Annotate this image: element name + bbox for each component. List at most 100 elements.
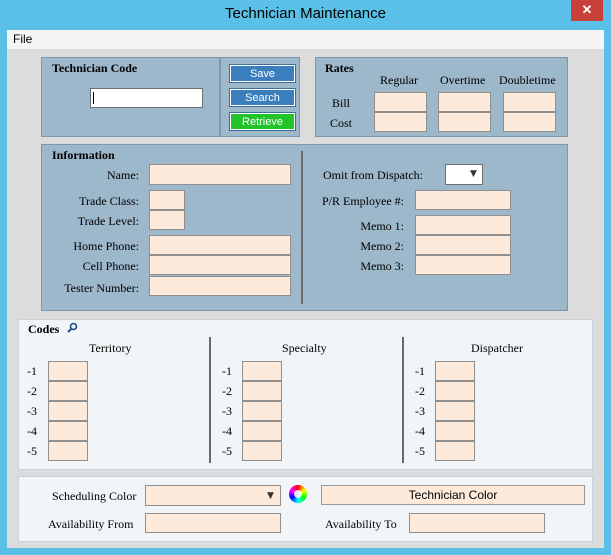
client-area: Technician Code Save Search Retrieve Rat… xyxy=(7,49,604,548)
trade-class-label: Trade Class: xyxy=(79,194,139,208)
color-wheel-icon[interactable] xyxy=(289,485,307,503)
save-button[interactable]: Save xyxy=(229,64,296,83)
dispatcher-row-label: -1 xyxy=(415,364,425,378)
specialty-row-label: -1 xyxy=(222,364,232,378)
dispatcher-code-field[interactable] xyxy=(435,401,475,421)
territory-row-label: -2 xyxy=(27,384,37,398)
tester-number-field[interactable] xyxy=(149,276,291,296)
territory-code-field[interactable] xyxy=(48,381,88,401)
retrieve-button[interactable]: Retrieve xyxy=(229,112,296,131)
information-panel: Information Name: Trade Class: Trade Lev… xyxy=(41,144,568,311)
memo3-field[interactable] xyxy=(415,255,511,275)
cell-phone-field[interactable] xyxy=(149,255,291,275)
pr-employee-field[interactable] xyxy=(415,190,511,210)
rates-heading: Rates xyxy=(325,61,354,75)
dispatcher-code-field[interactable] xyxy=(435,381,475,401)
codes-col-territory: Territory xyxy=(89,341,132,355)
dispatcher-row-label: -3 xyxy=(415,404,425,418)
codes-divider-2 xyxy=(402,337,404,463)
cost-doubletime-field[interactable] xyxy=(503,112,556,132)
cost-regular-field[interactable] xyxy=(374,112,427,132)
rates-panel: Rates Regular Overtime Doubletime Bill C… xyxy=(315,57,568,137)
scheduling-panel: Scheduling Color ▼ Technician Color Avai… xyxy=(18,476,593,542)
pr-employee-label: P/R Employee #: xyxy=(322,194,404,208)
technician-code-heading: Technician Code xyxy=(52,61,138,75)
territory-row-label: -4 xyxy=(27,424,37,438)
codes-col-dispatcher: Dispatcher xyxy=(471,341,523,355)
scheduling-color-dropdown[interactable]: ▼ xyxy=(145,485,281,506)
dispatcher-row-label: -2 xyxy=(415,384,425,398)
rates-row-cost: Cost xyxy=(330,116,353,130)
technician-color-swatch[interactable]: Technician Color xyxy=(321,485,585,505)
menu-file[interactable]: File xyxy=(13,32,32,46)
rates-row-bill: Bill xyxy=(332,96,351,110)
rates-col-regular: Regular xyxy=(380,73,418,87)
chevron-down-icon: ▼ xyxy=(470,169,477,179)
memo3-label: Memo 3: xyxy=(360,259,404,273)
territory-row-label: -5 xyxy=(27,444,37,458)
menu-bar: File xyxy=(7,30,604,49)
codes-col-specialty: Specialty xyxy=(282,341,327,355)
trade-level-field[interactable] xyxy=(149,210,185,230)
memo2-label: Memo 2: xyxy=(360,239,404,253)
specialty-code-field[interactable] xyxy=(242,441,282,461)
codes-divider-1 xyxy=(209,337,211,463)
technician-code-panel: Technician Code xyxy=(41,57,220,137)
territory-row-label: -3 xyxy=(27,404,37,418)
memo1-field[interactable] xyxy=(415,215,511,235)
omit-dispatch-dropdown[interactable]: ▼ xyxy=(445,164,483,185)
dispatcher-code-field[interactable] xyxy=(435,361,475,381)
scheduling-color-label: Scheduling Color xyxy=(52,489,137,503)
availability-to-label: Availability To xyxy=(325,517,397,531)
specialty-row-label: -3 xyxy=(222,404,232,418)
territory-code-field[interactable] xyxy=(48,401,88,421)
information-heading: Information xyxy=(52,148,115,162)
bill-regular-field[interactable] xyxy=(374,92,427,112)
availability-to-field[interactable] xyxy=(409,513,545,533)
home-phone-field[interactable] xyxy=(149,235,291,255)
dispatcher-code-field[interactable] xyxy=(435,421,475,441)
dispatcher-row-label: -4 xyxy=(415,424,425,438)
search-icon[interactable] xyxy=(67,322,78,333)
availability-from-label: Availability From xyxy=(48,517,134,531)
cost-overtime-field[interactable] xyxy=(438,112,491,132)
territory-code-field[interactable] xyxy=(48,361,88,381)
rates-col-overtime: Overtime xyxy=(440,73,486,87)
specialty-row-label: -2 xyxy=(222,384,232,398)
search-button[interactable]: Search xyxy=(229,88,296,107)
chevron-down-icon: ▼ xyxy=(267,491,274,501)
close-icon[interactable]: ✕ xyxy=(571,0,603,21)
specialty-code-field[interactable] xyxy=(242,401,282,421)
tester-number-label: Tester Number: xyxy=(64,281,139,295)
territory-code-field[interactable] xyxy=(48,441,88,461)
specialty-code-field[interactable] xyxy=(242,361,282,381)
information-divider xyxy=(301,151,303,304)
window-title: Technician Maintenance xyxy=(225,5,386,22)
specialty-row-label: -4 xyxy=(222,424,232,438)
memo1-label: Memo 1: xyxy=(360,219,404,233)
omit-dispatch-label: Omit from Dispatch: xyxy=(323,168,423,182)
action-button-panel: Save Search Retrieve xyxy=(220,57,300,137)
name-label: Name: xyxy=(107,168,139,182)
codes-heading: Codes xyxy=(28,322,60,336)
bill-overtime-field[interactable] xyxy=(438,92,491,112)
technician-code-input[interactable] xyxy=(90,88,203,108)
codes-panel: Codes Territory Specialty Dispatcher -1 … xyxy=(18,319,593,470)
territory-code-field[interactable] xyxy=(48,421,88,441)
territory-row-label: -1 xyxy=(27,364,37,378)
specialty-row-label: -5 xyxy=(222,444,232,458)
dispatcher-code-field[interactable] xyxy=(435,441,475,461)
text-caret xyxy=(93,92,94,104)
trade-class-field[interactable] xyxy=(149,190,185,210)
name-field[interactable] xyxy=(149,164,291,185)
cell-phone-label: Cell Phone: xyxy=(82,259,139,273)
home-phone-label: Home Phone: xyxy=(73,239,139,253)
availability-from-field[interactable] xyxy=(145,513,281,533)
dispatcher-row-label: -5 xyxy=(415,444,425,458)
title-bar: Technician Maintenance ✕ xyxy=(0,0,611,30)
rates-col-doubletime: Doubletime xyxy=(499,73,556,87)
bill-doubletime-field[interactable] xyxy=(503,92,556,112)
memo2-field[interactable] xyxy=(415,235,511,255)
specialty-code-field[interactable] xyxy=(242,421,282,441)
specialty-code-field[interactable] xyxy=(242,381,282,401)
